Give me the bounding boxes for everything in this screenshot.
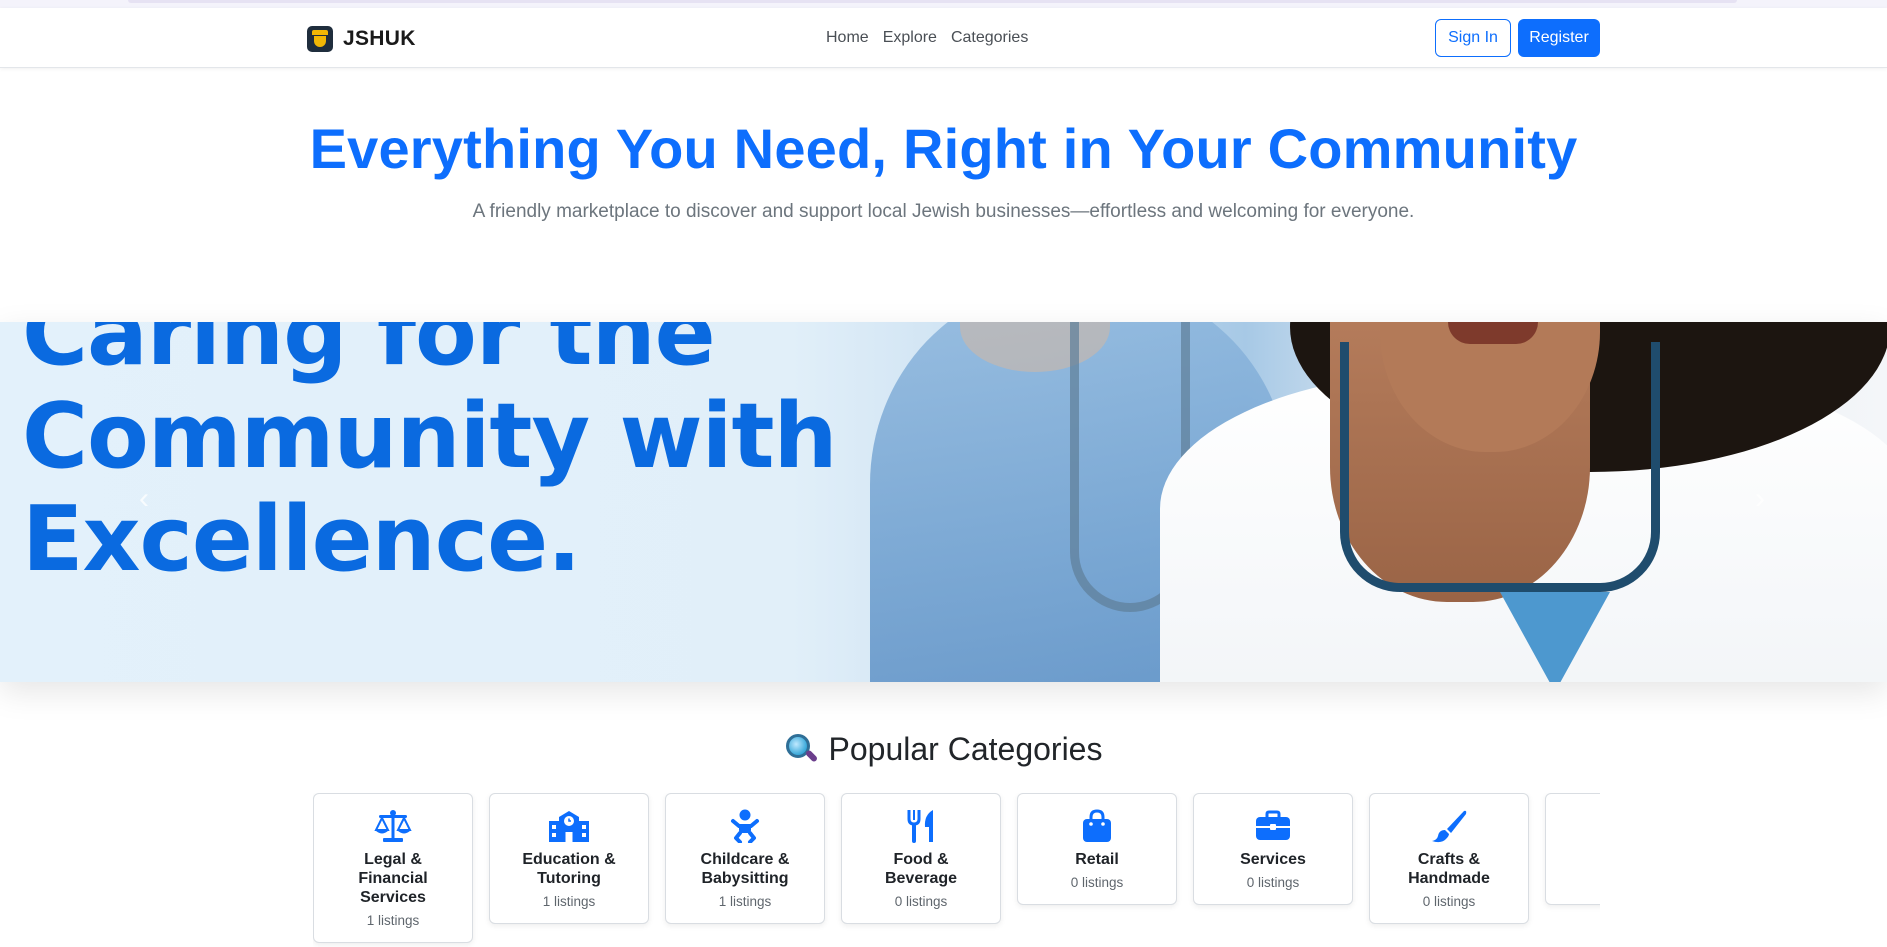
banner-photo-smile [1448,322,1538,344]
popular-categories-title: Popular Categories [828,731,1103,767]
category-card-education[interactable]: Education & Tutoring 1 listings [489,793,649,924]
category-count: 1 listings [542,894,596,909]
category-count: 0 listings [894,894,948,909]
shopping-bag-icon [1018,808,1176,844]
utensils-icon [842,808,1000,844]
category-count: 1 listings [718,894,772,909]
category-count: 0 listings [1246,875,1300,890]
category-name: Food & Beverage [884,851,958,887]
banner-photo-stethoscope-front [1340,342,1660,592]
category-count: 0 listings [1070,875,1124,890]
briefcase-icon [1194,808,1352,844]
partial-icon [1546,808,1600,844]
popular-categories-heading: Popular Categories [0,731,1887,768]
category-cards: Legal & Financial Services 1 listings Ed… [313,793,1600,947]
sign-in-button[interactable]: Sign In [1435,19,1511,57]
nav-links: Home Explore Categories [826,29,1028,47]
brand-name: JSHUK [343,27,416,50]
banner-line-1: Caring for the [22,322,716,386]
logo-icon [307,26,333,52]
category-card-retail[interactable]: Retail 0 listings [1017,793,1177,905]
hero-title: Everything You Need, Right in Your Commu… [309,117,1578,180]
chevron-right-icon[interactable]: › [1750,482,1770,516]
category-card-childcare[interactable]: Childcare & Babysitting 1 listings [665,793,825,924]
category-name: Legal & Financial Services [358,851,428,906]
top-strip [0,0,1887,8]
category-card-partial[interactable]: H W 0 [1545,793,1600,905]
brand[interactable]: JSHUK [307,26,416,52]
category-count: 0 [1546,875,1600,890]
magnifying-glass-icon [785,733,819,767]
category-card-legal[interactable]: Legal & Financial Services 1 listings [313,793,473,943]
category-card-food[interactable]: Food & Beverage 0 listings [841,793,1001,924]
banner-line-2: Community with [22,384,838,489]
nav-link-categories[interactable]: Categories [951,29,1028,47]
category-count: 0 listings [1422,894,1476,909]
category-name: Crafts & Handmade [1408,851,1490,887]
category-card-crafts[interactable]: Crafts & Handmade 0 listings [1369,793,1529,924]
hero-subtitle: A friendly marketplace to discover and s… [472,201,1415,222]
category-name: Childcare & Babysitting [700,851,790,887]
nav-link-home[interactable]: Home [826,29,869,47]
hero-banner-carousel: Caring for the Community with Excellence… [0,322,1887,682]
nav-link-explore[interactable]: Explore [883,29,937,47]
chevron-left-icon[interactable]: ‹ [134,482,154,516]
paintbrush-icon [1370,808,1528,844]
category-name: Education & Tutoring [522,851,616,887]
category-name: Retail [1075,851,1119,868]
school-icon [490,808,648,844]
navbar: JSHUK Home Explore Categories Sign In Re… [0,8,1887,68]
category-name: Services [1240,851,1306,868]
banner-headline: Caring for the Community with Excellence… [22,322,838,591]
scale-icon [314,808,472,844]
category-name: H W [1546,850,1600,869]
register-button[interactable]: Register [1518,19,1600,57]
category-card-services[interactable]: Services 0 listings [1193,793,1353,905]
baby-icon [666,808,824,844]
category-count: 1 listings [366,913,420,928]
